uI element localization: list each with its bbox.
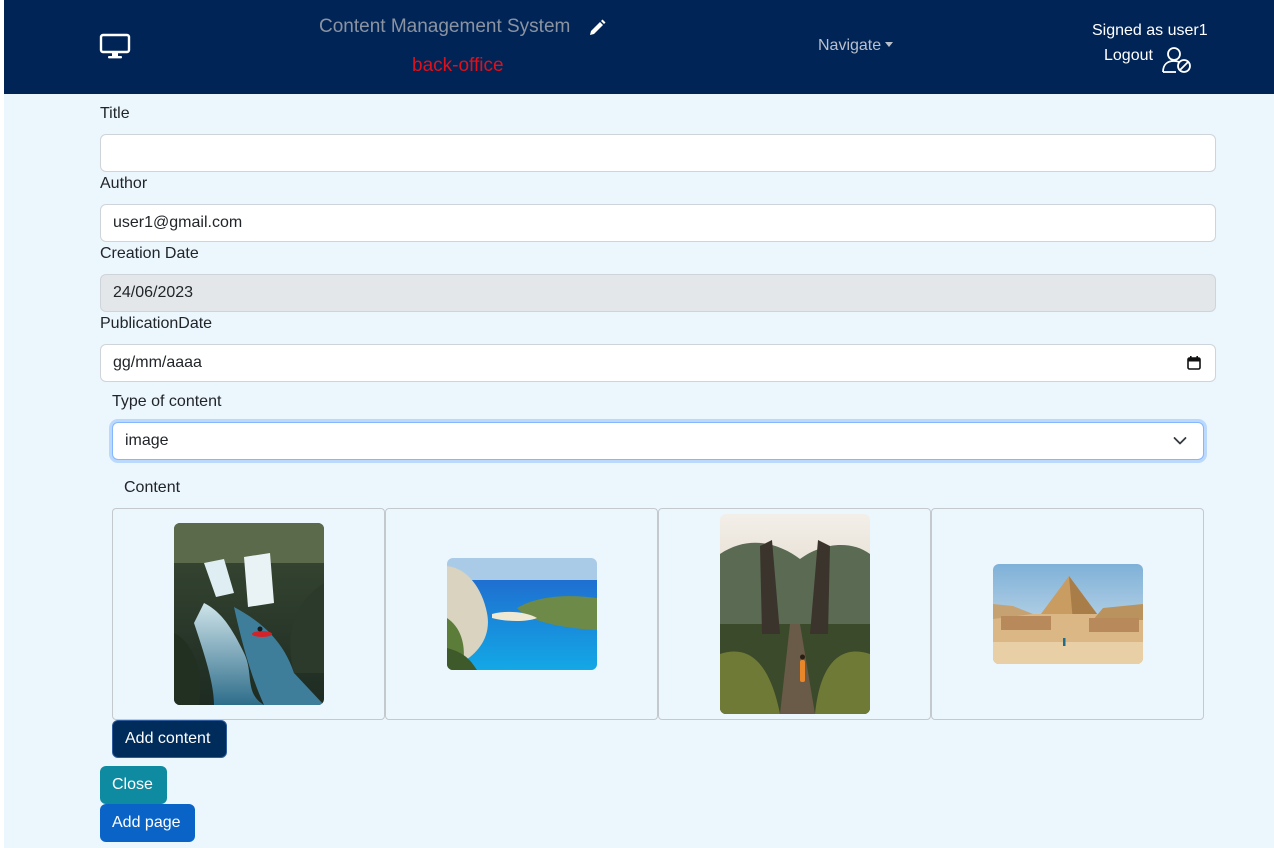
- beach-cove-image: [447, 558, 597, 670]
- calendar-icon[interactable]: [1187, 356, 1201, 370]
- author-input[interactable]: user1@gmail.com: [100, 204, 1216, 242]
- title-input[interactable]: [100, 134, 1216, 172]
- add-page-button[interactable]: Add page: [100, 804, 195, 842]
- content-card[interactable]: [658, 508, 931, 720]
- user-slash-icon[interactable]: [1162, 46, 1192, 74]
- temple-gate-image: [720, 514, 870, 714]
- creation-date-input: 24/06/2023: [100, 274, 1216, 312]
- navigate-label: Navigate: [818, 37, 882, 54]
- waterfall-kayak-image: [174, 523, 324, 705]
- publication-date-value: gg/mm/aaaa: [113, 354, 202, 371]
- caret-down-icon: [885, 42, 894, 48]
- logout-link[interactable]: Logout: [1104, 47, 1153, 65]
- chevron-down-icon: [1173, 437, 1187, 445]
- add-content-button[interactable]: Add content: [112, 720, 227, 758]
- publication-date-label: PublicationDate: [100, 315, 213, 332]
- author-label: Author: [100, 175, 148, 192]
- content-card[interactable]: [112, 508, 385, 720]
- signed-in-user: Signed as user1: [1092, 22, 1208, 39]
- navbar: Content Management System back-office Na…: [4, 0, 1274, 94]
- pyramid-desert-image: [993, 564, 1143, 664]
- type-of-content-label: Type of content: [112, 393, 222, 410]
- content-card[interactable]: [931, 508, 1204, 720]
- content-card[interactable]: [385, 508, 658, 720]
- pencil-icon: [590, 19, 606, 35]
- content-label: Content: [124, 479, 181, 496]
- app: Content Management System back-office Na…: [4, 0, 1274, 848]
- title-label: Title: [100, 105, 130, 122]
- brand-title[interactable]: Content Management System: [319, 16, 570, 38]
- monitor-icon[interactable]: [99, 33, 131, 61]
- creation-date-label: Creation Date: [100, 245, 199, 262]
- navigate-dropdown[interactable]: Navigate: [818, 37, 894, 55]
- subtitle-backoffice: back-office: [412, 55, 504, 76]
- type-of-content-value: image: [125, 432, 169, 449]
- close-button[interactable]: Close: [100, 766, 167, 804]
- publication-date-input[interactable]: gg/mm/aaaa: [100, 344, 1216, 382]
- type-of-content-select[interactable]: image: [112, 422, 1204, 460]
